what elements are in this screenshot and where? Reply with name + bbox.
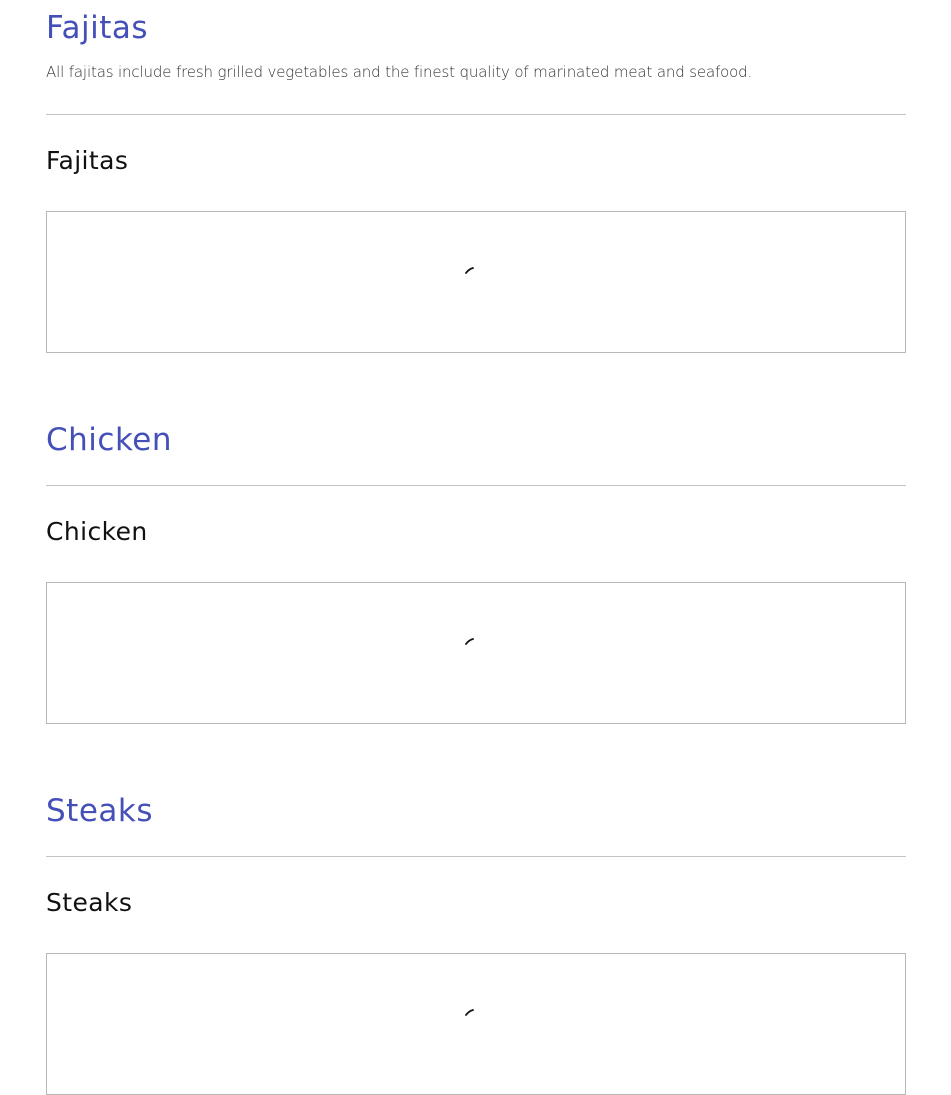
section-title: Chicken [46,422,173,458]
section-title: Fajitas [46,10,149,46]
loading-spinner-icon [465,267,474,274]
menu-category-title: Chicken [46,517,148,546]
section-title: Steaks [46,793,154,829]
menu-category-title: Fajitas [46,146,129,175]
menu-embed-frame[interactable] [46,953,906,1095]
menu-embed-frame[interactable] [46,211,906,353]
loading-spinner-icon [465,638,474,645]
section-divider [46,114,906,115]
menu-category-title: Steaks [46,888,133,917]
section-description: All fajitas include fresh grilled vegeta… [46,63,753,81]
section-divider [46,856,906,857]
menu-embed-frame[interactable] [46,582,906,724]
loading-spinner-icon [465,1009,474,1016]
section-divider [46,485,906,486]
